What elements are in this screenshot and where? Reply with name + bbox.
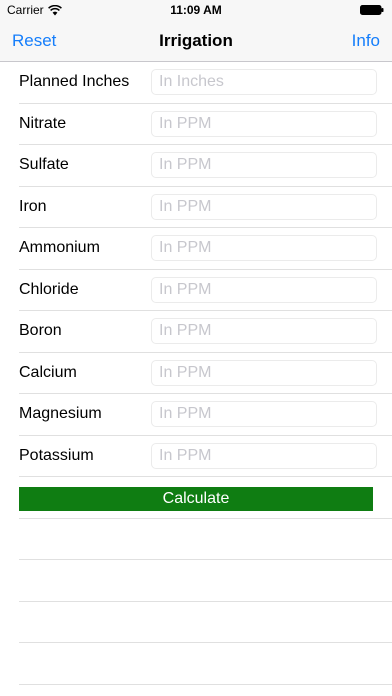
potassium-label: Potassium [19, 446, 94, 464]
chloride-label: Chloride [19, 280, 79, 298]
page-title: Irrigation [159, 31, 233, 50]
boron-input[interactable] [151, 318, 377, 344]
form-row-sulfate: Sulfate [19, 145, 392, 187]
form-row-planned-inches: Planned Inches [19, 62, 392, 104]
top-chrome: Carrier 11:09 AM Reset Irrigation Info [0, 0, 392, 62]
chloride-input[interactable] [151, 276, 377, 303]
form-row-magnesium: Magnesium [19, 394, 392, 436]
form-row-nitrate: Nitrate [19, 104, 392, 145]
ammonium-input[interactable] [151, 235, 377, 261]
iron-input[interactable] [151, 193, 377, 220]
empty-row [19, 519, 392, 560]
form-row-calcium: Calcium [19, 353, 392, 394]
status-time: 11:09 AM [170, 3, 222, 17]
status-bar: Carrier 11:09 AM [0, 0, 392, 20]
calcium-input[interactable] [151, 359, 377, 386]
potassium-input[interactable] [151, 442, 377, 469]
nitrate-input[interactable] [151, 110, 377, 137]
sulfate-label: Sulfate [19, 156, 69, 173]
navigation-bar: Reset Irrigation Info [0, 20, 392, 62]
planned-inches-label: Planned Inches [19, 73, 130, 90]
magnesium-input[interactable] [151, 401, 377, 427]
empty-row [19, 560, 392, 602]
ammonium-label: Ammonium [19, 239, 100, 256]
magnesium-label: Magnesium [19, 405, 102, 422]
form-row-boron: Boron [19, 311, 392, 353]
sulfate-input[interactable] [151, 152, 377, 178]
calculate-button[interactable]: Calculate [19, 487, 373, 511]
battery-full-icon [360, 5, 384, 15]
info-button[interactable]: Info [352, 31, 380, 51]
form-row-chloride: Chloride [19, 270, 392, 311]
iron-label: Iron [19, 197, 47, 215]
calcium-label: Calcium [19, 363, 77, 381]
empty-row [19, 643, 392, 685]
empty-row [19, 602, 392, 643]
planned-inches-input[interactable] [151, 69, 377, 95]
nitrate-label: Nitrate [19, 114, 67, 132]
form-row-ammonium: Ammonium [19, 228, 392, 270]
irrigation-form: Planned Inches Nitrate Sulfate Iron Ammo… [0, 62, 392, 685]
boron-label: Boron [19, 322, 62, 339]
calculate-row: Calculate [19, 477, 392, 519]
form-row-iron: Iron [19, 187, 392, 228]
form-row-potassium: Potassium [19, 436, 392, 477]
